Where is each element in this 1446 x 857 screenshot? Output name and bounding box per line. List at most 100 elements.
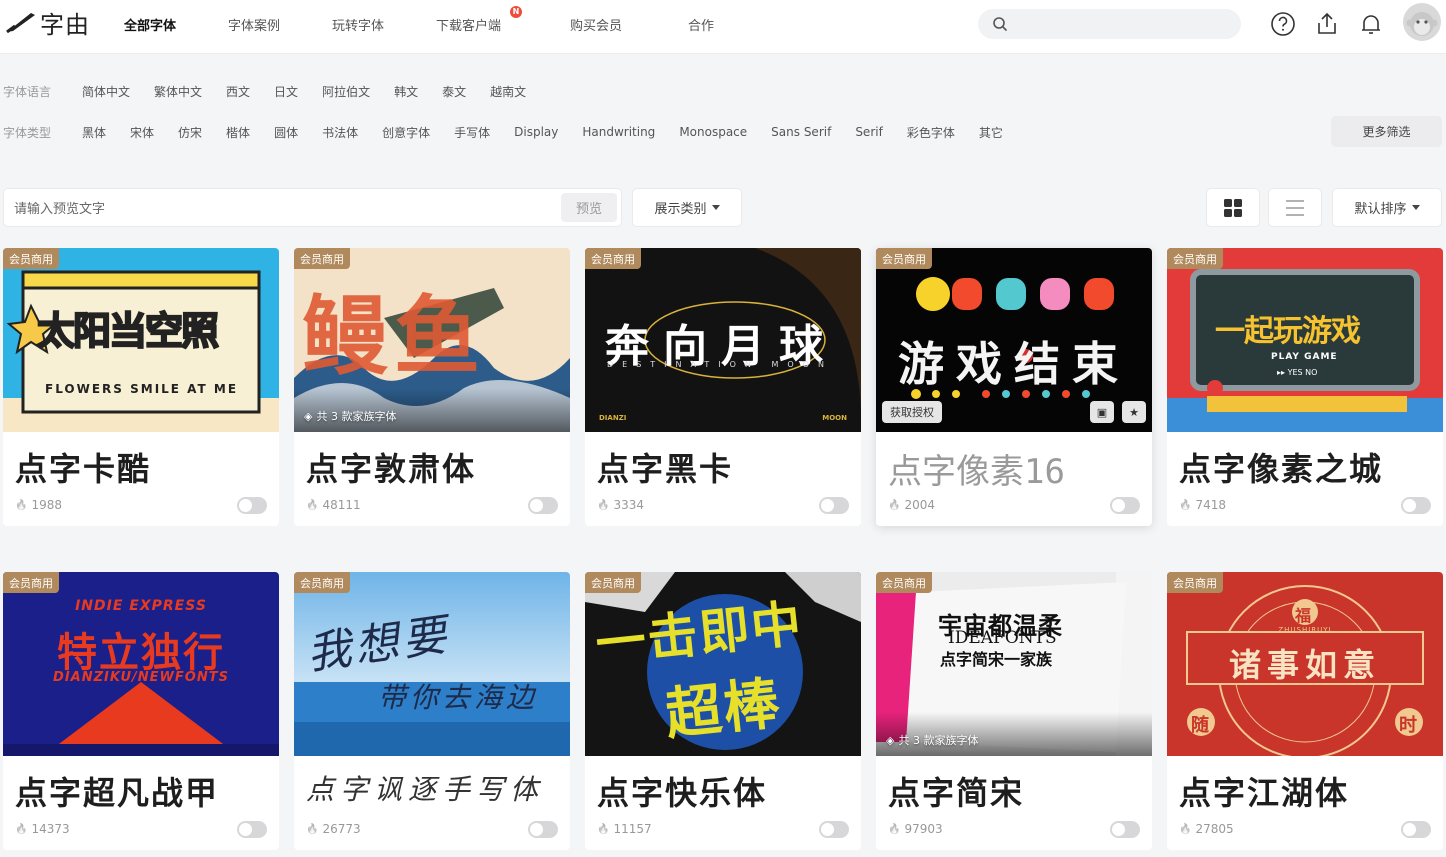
download-count: 🔥 1988 — [15, 498, 62, 512]
font-card[interactable]: 太阳当空照 FLOWERS SMILE AT ME 会员商用 点字卡酷 🔥 198… — [3, 248, 279, 526]
preview-text-box: 预览 — [3, 188, 622, 227]
filter-lang-western[interactable]: 西文 — [226, 83, 250, 100]
upload-icon[interactable] — [1314, 11, 1340, 37]
search-box[interactable] — [978, 9, 1241, 39]
font-preview-image: 福 ZHUSHIRUYI 诸事如意 随 时 会员商用 — [1167, 572, 1443, 756]
font-card[interactable]: 一击即中 超棒 会员商用 点字快乐体 🔥 11157 — [585, 572, 861, 850]
member-commercial-badge: 会员商用 — [1167, 248, 1223, 269]
filter-type-hei[interactable]: 黑体 — [82, 124, 106, 141]
filter-lang-korean[interactable]: 韩文 — [394, 83, 418, 100]
activate-toggle[interactable] — [1401, 821, 1431, 838]
filter-type-handwritten[interactable]: 手写体 — [454, 124, 490, 141]
filter-type-kai[interactable]: 楷体 — [226, 124, 250, 141]
activate-toggle[interactable] — [819, 497, 849, 514]
art-headline: 游戏结束 — [898, 337, 1130, 391]
font-name: 点字讽逐手写体 — [306, 773, 545, 806]
member-commercial-badge: 会员商用 — [3, 248, 59, 269]
font-card[interactable]: 我想要 带你去海边 会员商用 点字讽逐手写体 🔥 26773 — [294, 572, 570, 850]
nav-play-fonts[interactable]: 玩转字体 — [332, 15, 436, 34]
activate-toggle[interactable] — [528, 821, 558, 838]
logo[interactable]: 字由 — [6, 6, 90, 39]
font-card[interactable]: 鳗鱼 ◈ 共 3 款家族字体 会员商用 点字敦肃体 🔥 48111 — [294, 248, 570, 526]
filter-type-calligraphy[interactable]: 书法体 — [322, 124, 358, 141]
search-icon — [993, 17, 1008, 32]
filter-lang-japanese[interactable]: 日文 — [274, 83, 298, 100]
display-category-dropdown[interactable]: 展示类别 — [632, 188, 742, 227]
font-card[interactable]: 福 ZHUSHIRUYI 诸事如意 随 时 会员商用 点字江湖体 🔥 27805 — [1167, 572, 1443, 850]
sort-dropdown[interactable]: 默认排序 — [1332, 188, 1442, 227]
nav-buy-membership[interactable]: 购买会员 — [570, 15, 688, 34]
filter-type-sans-serif[interactable]: Sans Serif — [771, 125, 831, 139]
filter-type-display[interactable]: Display — [514, 125, 558, 139]
folder-icon[interactable]: ▣ — [1090, 401, 1114, 423]
nav-font-cases[interactable]: 字体案例 — [228, 15, 332, 34]
grid-view-button[interactable] — [1206, 188, 1260, 227]
list-view-button[interactable] — [1268, 188, 1322, 227]
filter-lang-traditional[interactable]: 繁体中文 — [154, 83, 202, 100]
preview-button[interactable]: 预览 — [561, 193, 617, 222]
filter-lang-thai[interactable]: 泰文 — [442, 83, 466, 100]
flame-icon: 🔥 — [15, 823, 28, 835]
help-icon[interactable] — [1270, 11, 1296, 37]
top-bar: 字由 全部字体 字体案例 玩转字体 下载客户端 N 购买会员 合作 — [0, 0, 1446, 54]
font-preview-image: 我想要 带你去海边 会员商用 — [294, 572, 570, 756]
main-nav: 全部字体 字体案例 玩转字体 下载客户端 N 购买会员 合作 — [124, 0, 748, 48]
download-count: 🔥 3334 — [597, 498, 644, 512]
activate-toggle[interactable] — [1401, 497, 1431, 514]
filter-type-handwriting[interactable]: Handwriting — [582, 125, 655, 139]
nav-all-fonts[interactable]: 全部字体 — [124, 15, 228, 34]
preview-text-input[interactable] — [14, 198, 534, 218]
get-license-button[interactable]: 获取授权 — [882, 401, 942, 423]
list-view-icon — [1286, 199, 1304, 216]
member-commercial-badge: 会员商用 — [294, 572, 350, 593]
font-card[interactable]: 宇宙都温柔 IDEAFONTS 点字简宋一家族 ◈ 共 3 款家族字体 会员商用 … — [876, 572, 1152, 850]
filter-type-other[interactable]: 其它 — [979, 124, 1003, 141]
activate-toggle[interactable] — [237, 497, 267, 514]
art-subline-2: 点字简宋一家族 — [940, 650, 1053, 669]
font-name: 点字敦肃体 — [306, 450, 477, 488]
search-input[interactable] — [1016, 13, 1226, 35]
filter-lang-arabic[interactable]: 阿拉伯文 — [322, 83, 370, 100]
font-card[interactable]: 游戏结束 获取授权 ▣ ★ 会员商用 点字像素16 🔥 2004 — [876, 248, 1152, 526]
activate-toggle[interactable] — [528, 497, 558, 514]
download-count: 🔥 27805 — [1179, 822, 1234, 836]
member-commercial-badge: 会员商用 — [1167, 572, 1223, 593]
nav-download-client[interactable]: 下载客户端 N — [436, 5, 570, 34]
bell-icon[interactable] — [1358, 11, 1384, 37]
star-icon[interactable]: ★ — [1122, 401, 1146, 423]
flame-icon: 🔥 — [306, 499, 319, 511]
filter-type-color[interactable]: 彩色字体 — [907, 124, 955, 141]
filter-lang-simplified[interactable]: 简体中文 — [82, 83, 130, 100]
font-card[interactable]: INDIE EXPRESS 特立独行 DIANZIKU/NEWFONTS 会员商… — [3, 572, 279, 850]
art-corner-right: MOON — [822, 414, 847, 422]
filter-type-fangsong[interactable]: 仿宋 — [178, 124, 202, 141]
font-card[interactable]: 一起玩游戏 PLAY GAME ▸▸ YES NO 会员商用 点字像素之城 🔥 7… — [1167, 248, 1443, 526]
more-filters-button[interactable]: 更多筛选 — [1331, 116, 1442, 147]
flame-icon: 🔥 — [1179, 499, 1192, 511]
activate-toggle[interactable] — [1110, 821, 1140, 838]
filter-type-monospace[interactable]: Monospace — [679, 125, 747, 139]
member-commercial-badge: 会员商用 — [585, 572, 641, 593]
font-name: 点字快乐体 — [597, 774, 768, 812]
filter-type-song[interactable]: 宋体 — [130, 124, 154, 141]
filter-lang-vietnamese[interactable]: 越南文 — [490, 83, 526, 100]
layers-icon: ◈ — [304, 409, 313, 423]
logo-text: 字由 — [40, 10, 90, 39]
font-preview-image: 太阳当空照 FLOWERS SMILE AT ME 会员商用 — [3, 248, 279, 432]
flame-icon: 🔥 — [888, 499, 901, 511]
download-count: 🔥 7418 — [1179, 498, 1226, 512]
brush-pen-icon — [6, 13, 35, 33]
filter-type-creative[interactable]: 创意字体 — [382, 124, 430, 141]
filter-type-serif[interactable]: Serif — [855, 125, 883, 139]
avatar[interactable] — [1403, 3, 1441, 41]
filter-type-yuan[interactable]: 圆体 — [274, 124, 298, 141]
font-preview-image: 游戏结束 获取授权 ▣ ★ 会员商用 — [876, 248, 1152, 432]
activate-toggle[interactable] — [1110, 497, 1140, 514]
art-subline: FLOWERS SMILE AT ME — [45, 382, 239, 396]
activate-toggle[interactable] — [237, 821, 267, 838]
art-headline: 一起玩游戏 — [1215, 314, 1361, 349]
activate-toggle[interactable] — [819, 821, 849, 838]
font-card[interactable]: 奔向月球 DESTINATION MOON DIANZI MOON 会员商用 点… — [585, 248, 861, 526]
nav-cooperation[interactable]: 合作 — [688, 15, 748, 34]
member-commercial-badge: 会员商用 — [876, 572, 932, 593]
